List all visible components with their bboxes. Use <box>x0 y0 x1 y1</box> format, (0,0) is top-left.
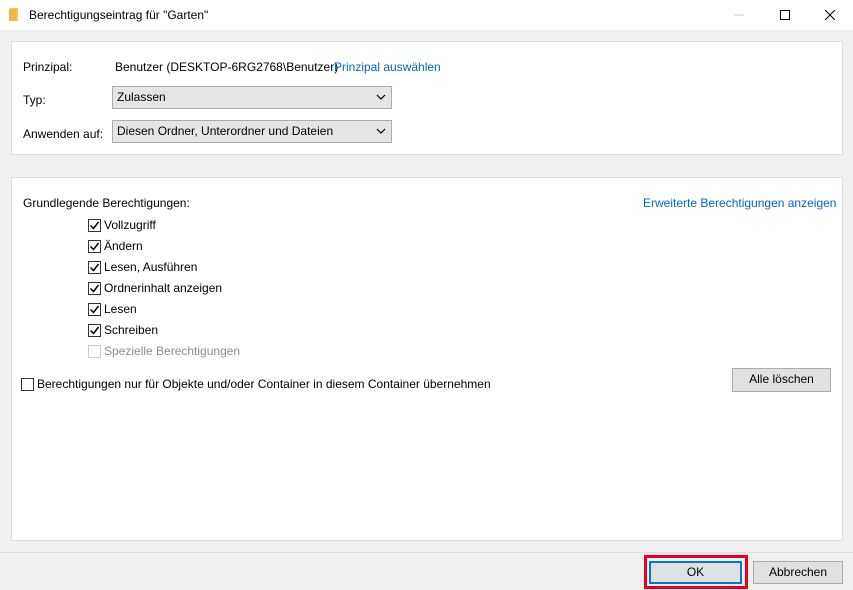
maximize-icon <box>780 10 790 20</box>
select-principal-link[interactable]: Prinzipal auswählen <box>334 60 441 74</box>
checkbox[interactable] <box>88 302 101 316</box>
chevron-down-icon <box>376 94 386 100</box>
maximize-button[interactable] <box>762 0 808 30</box>
permission-write[interactable]: Schreiben <box>88 321 158 339</box>
checkbox[interactable] <box>88 323 101 337</box>
checkbox[interactable] <box>88 218 101 232</box>
checkbox[interactable] <box>21 377 34 391</box>
cancel-button[interactable]: Abbrechen <box>753 561 843 584</box>
permission-special: Spezielle Berechtigungen <box>88 342 240 360</box>
type-dropdown[interactable]: Zulassen <box>112 86 392 109</box>
checkmark-icon <box>89 242 100 251</box>
apply-to-label: Anwenden auf: <box>23 127 104 141</box>
chevron-down-icon <box>376 128 386 134</box>
checkmark-icon <box>89 221 100 230</box>
permission-label: Spezielle Berechtigungen <box>104 344 241 358</box>
apply-to-dropdown-value: Diesen Ordner, Unterordner und Dateien <box>117 124 334 138</box>
checkmark-icon <box>89 263 100 272</box>
permission-label: Ordnerinhalt anzeigen <box>104 281 223 295</box>
checkbox[interactable] <box>88 239 101 253</box>
inherit-only-label: Berechtigungen nur für Objekte und/oder … <box>37 377 491 391</box>
checkmark-icon <box>89 284 100 293</box>
folder-icon <box>9 7 19 22</box>
checkbox[interactable] <box>88 260 101 274</box>
checkmark-icon <box>89 326 100 335</box>
clear-all-button[interactable]: Alle löschen <box>732 368 831 392</box>
close-button[interactable] <box>807 0 853 30</box>
minimize-button[interactable] <box>716 0 762 30</box>
permission-modify[interactable]: Ändern <box>88 237 143 255</box>
apply-to-dropdown[interactable]: Diesen Ordner, Unterordner und Dateien <box>112 120 392 143</box>
permission-label: Ändern <box>104 239 143 253</box>
permission-read[interactable]: Lesen <box>88 300 137 318</box>
title-bar[interactable]: Berechtigungseintrag für "Garten" <box>0 0 853 30</box>
checkbox <box>88 344 101 358</box>
checkmark-icon <box>89 305 100 314</box>
principal-value: Benutzer (DESKTOP-6RG2768\Benutzer) <box>115 60 339 74</box>
permission-read-execute[interactable]: Lesen, Ausführen <box>88 258 197 276</box>
type-dropdown-value: Zulassen <box>117 90 166 104</box>
basic-permissions-heading: Grundlegende Berechtigungen: <box>23 196 190 210</box>
window-title: Berechtigungseintrag für "Garten" <box>29 8 209 22</box>
permission-full-control[interactable]: Vollzugriff <box>88 216 156 234</box>
permission-list-folder[interactable]: Ordnerinhalt anzeigen <box>88 279 222 297</box>
principal-label: Prinzipal: <box>23 60 73 74</box>
minimize-icon <box>734 14 744 16</box>
permission-label: Lesen, Ausführen <box>104 260 198 274</box>
permission-label: Schreiben <box>104 323 159 337</box>
close-icon <box>825 10 835 20</box>
advanced-permissions-link[interactable]: Erweiterte Berechtigungen anzeigen <box>643 196 836 210</box>
footer-divider <box>0 552 853 553</box>
permissions-panel: Grundlegende Berechtigungen: Erweiterte … <box>11 177 843 541</box>
checkbox[interactable] <box>88 281 101 295</box>
permission-label: Vollzugriff <box>104 218 156 232</box>
inherit-only-option[interactable]: Berechtigungen nur für Objekte und/oder … <box>21 375 491 393</box>
ok-button[interactable]: OK <box>649 561 742 584</box>
type-label: Typ: <box>23 93 46 107</box>
principal-panel: Prinzipal: Benutzer (DESKTOP-6RG2768\Ben… <box>11 41 843 155</box>
permission-entry-dialog: Berechtigungseintrag für "Garten" Prinzi… <box>0 0 853 590</box>
permission-label: Lesen <box>104 302 137 316</box>
